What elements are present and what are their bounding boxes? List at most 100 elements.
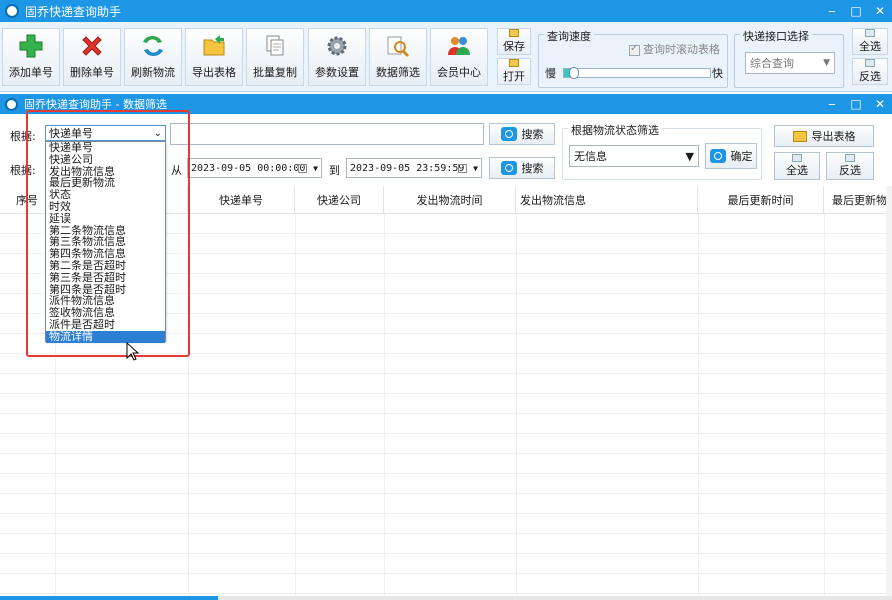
search-button-label: 搜索: [521, 128, 544, 141]
plus-icon: [17, 33, 45, 59]
column-divider: [516, 214, 517, 596]
search-input[interactable]: [170, 123, 484, 145]
data-filter-button[interactable]: 数据筛选: [369, 28, 427, 86]
confirm-button[interactable]: 确定: [705, 143, 757, 169]
speed-slow-label: 慢: [545, 67, 556, 80]
select-all-icon: [865, 29, 875, 37]
horizontal-scrollbar[interactable]: [0, 596, 892, 600]
invert-main-label: 反选: [859, 70, 881, 83]
add-tracking-label: 添加单号: [9, 66, 53, 79]
calendar-icon: [298, 163, 307, 173]
chevron-down-icon: ▼: [473, 163, 478, 173]
member-center-button[interactable]: 会员中心: [430, 28, 488, 86]
batch-copy-label: 批量复制: [253, 66, 297, 79]
column-header[interactable]: 快递单号: [188, 186, 295, 214]
export-icon: [792, 130, 807, 142]
save-button[interactable]: 保存: [497, 28, 531, 55]
filter-maximize-button[interactable]: □: [844, 94, 868, 114]
speed-fast-label: 快: [712, 67, 723, 80]
app-logo-icon: [5, 4, 19, 18]
open-button[interactable]: 打开: [497, 58, 531, 85]
speed-slider[interactable]: [563, 67, 711, 79]
date-to-value: 2023-09-05 23:59:59: [350, 162, 465, 174]
delete-tracking-button[interactable]: 删除单号: [63, 28, 121, 86]
delete-x-icon: [78, 33, 106, 59]
date-to-picker[interactable]: 2023-09-05 23:59:59 ▼: [346, 158, 482, 178]
add-tracking-button[interactable]: 添加单号: [2, 28, 60, 86]
horizontal-scrollbar-thumb[interactable]: [0, 596, 218, 600]
export-table-button[interactable]: 导出表格: [185, 28, 243, 86]
invert-filter-button[interactable]: 反选: [826, 152, 874, 180]
to-label: 到: [329, 164, 340, 177]
data-filter-label: 数据筛选: [376, 66, 420, 79]
confirm-icon: [709, 149, 726, 163]
status-filter-group: 根据物流状态筛选 无信息 ▼ 确定: [562, 122, 762, 180]
status-select-value: 无信息: [574, 150, 607, 163]
chevron-down-icon: ▼: [823, 58, 830, 68]
column-divider: [698, 214, 699, 596]
date-from-picker[interactable]: 2023-09-05 00:00:00 ▼: [187, 158, 322, 178]
invert-filter-label: 反选: [839, 164, 861, 177]
refresh-icon: [139, 33, 167, 59]
minimize-button[interactable]: ‒: [820, 0, 844, 22]
column-divider: [384, 214, 385, 596]
calendar-icon: [458, 163, 467, 173]
chevron-down-icon: ▼: [313, 163, 318, 173]
export-table-filter-button[interactable]: 导出表格: [774, 125, 874, 147]
users-icon: [445, 33, 473, 59]
confirm-button-label: 确定: [730, 150, 753, 163]
vertical-scrollbar[interactable]: [886, 186, 892, 596]
select-all-filter-label: 全选: [786, 164, 808, 177]
maximize-button[interactable]: □: [844, 0, 868, 22]
main-window-controls: ‒ □ ✕: [820, 0, 892, 22]
scroll-table-checkbox[interactable]: [629, 43, 640, 56]
search-icon: [500, 161, 517, 175]
api-select-title: 快递接口选择: [740, 28, 812, 44]
settings-button[interactable]: 参数设置: [308, 28, 366, 86]
column-divider: [824, 214, 825, 596]
column-header[interactable]: 最后更新时间: [698, 186, 824, 214]
query-speed-title: 查询速度: [544, 28, 594, 44]
column-header[interactable]: 快递公司: [295, 186, 384, 214]
save-label: 保存: [503, 40, 525, 53]
column-header[interactable]: 最后更新物: [824, 186, 892, 214]
date-from-value: 2023-09-05 00:00:00: [191, 162, 306, 174]
gear-icon: [323, 33, 351, 59]
batch-copy-button[interactable]: 批量复制: [246, 28, 304, 86]
refresh-logistics-label: 刷新物流: [131, 66, 175, 79]
invert-main-button[interactable]: 反选: [852, 58, 888, 85]
export-table-label: 导出表格: [192, 66, 236, 79]
magnifier-icon: [384, 33, 412, 59]
api-select-value: 综合查询: [750, 57, 794, 70]
speed-slider-thumb[interactable]: [569, 67, 580, 79]
filter-minimize-button[interactable]: ‒: [820, 94, 844, 114]
column-header[interactable]: 发出物流时间: [384, 186, 516, 214]
open-icon: [509, 59, 519, 67]
filter-window-controls: ‒ □ ✕: [820, 94, 892, 114]
status-select-combo[interactable]: 无信息 ▼: [569, 145, 699, 167]
select-all-filter-button[interactable]: 全选: [774, 152, 820, 180]
select-all-main-button[interactable]: 全选: [852, 28, 888, 55]
export-table-filter-label: 导出表格: [811, 130, 856, 143]
scroll-table-option[interactable]: 查询时滚动表格: [629, 41, 720, 57]
settings-label: 参数设置: [315, 66, 359, 79]
scroll-table-label: 查询时滚动表格: [643, 43, 720, 56]
api-select-combo[interactable]: 综合查询 ▼: [745, 52, 835, 74]
select-all-main-label: 全选: [859, 40, 881, 53]
main-window-title: 固乔快递查询助手: [25, 4, 122, 19]
column-header[interactable]: 发出物流信息: [516, 186, 698, 214]
search-button[interactable]: 搜索: [489, 123, 555, 145]
filter-close-button[interactable]: ✕: [868, 94, 892, 114]
search-icon: [500, 127, 517, 141]
search-by-date-button[interactable]: 搜索: [489, 157, 555, 179]
status-filter-title: 根据物流状态筛选: [568, 122, 662, 138]
column-divider: [295, 214, 296, 596]
open-label: 打开: [503, 70, 525, 83]
highlight-annotation-box: [26, 110, 190, 357]
copy-icon: [261, 33, 289, 59]
mouse-cursor-icon: [126, 342, 140, 361]
close-button[interactable]: ✕: [868, 0, 892, 22]
member-center-label: 会员中心: [437, 66, 481, 79]
refresh-logistics-button[interactable]: 刷新物流: [124, 28, 182, 86]
invert-icon: [845, 154, 855, 162]
